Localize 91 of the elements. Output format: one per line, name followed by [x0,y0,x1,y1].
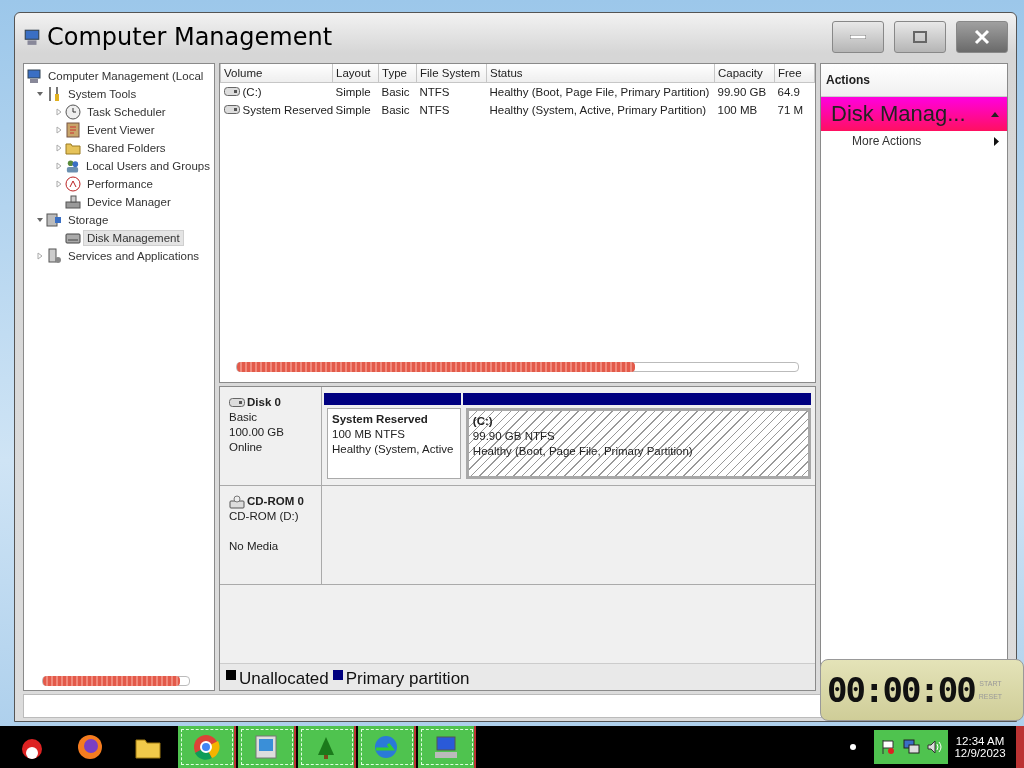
table-cell: Simple [335,104,371,116]
tree-item[interactable]: Local Users and Groups [82,158,214,174]
partition-name: (C:) [472,414,494,429]
minimize-icon [850,35,866,39]
storage-icon [46,212,62,228]
scrollbar-thumb[interactable] [237,362,636,372]
flag-icon[interactable] [880,739,896,755]
computer-icon [432,733,460,761]
tree-item[interactable]: System Tools [64,86,141,102]
disk-drive-icon [65,230,81,246]
table-cell: NTFS [419,86,450,98]
volume-icon[interactable] [926,739,942,755]
tree-item[interactable]: Disk Management [83,230,184,246]
partition-size: 99.90 GB NTFS [472,429,556,444]
tree-item[interactable]: Device Manager [83,194,175,210]
device-icon [65,194,81,210]
legend-label: Unallocated [239,670,329,688]
browser-icon [192,733,220,761]
scrollbar[interactable] [236,362,799,372]
column-header[interactable]: Free [774,64,815,83]
tree-item[interactable]: Task Scheduler [83,104,170,120]
legend-label: Primary partition [345,670,470,688]
tree-item[interactable]: Storage [64,212,113,228]
tools-icon [46,86,62,102]
disk-type: CD-ROM (D:) [229,509,300,524]
table-cell: (C:) [242,85,262,98]
maximize-icon [913,31,927,43]
disk-name: Disk 0 [229,395,321,410]
disk-drive-icon [229,398,245,407]
table-cell: 100 MB [717,104,758,116]
tree-item[interactable]: Computer Management (Local [44,68,208,84]
table-cell: NTFS [419,104,450,116]
dot-icon [850,744,856,750]
table-cell: System Reserved [242,103,333,116]
tree-item[interactable]: Services and Applications [64,248,204,264]
partition-name: System Reserved [332,412,429,427]
drive-icon [223,87,240,97]
disk-type: Basic [229,410,259,425]
gauge-icon [65,176,81,192]
partition-status: Healthy (System, Active [332,442,455,457]
column-header[interactable]: Status [486,64,715,83]
disk-size: 100.00 GB [229,425,285,440]
collapse-arrow-icon[interactable] [36,216,44,224]
log-icon [65,122,81,138]
services-icon [46,248,62,264]
table-cell: 71 M [777,104,804,116]
column-header[interactable]: Volume [220,64,333,83]
photo-viewer-icon [252,733,280,761]
partition-status: Healthy (Boot, Page File, Primary Partition) [472,444,694,459]
tree-item[interactable]: Shared Folders [83,140,170,156]
cd-drive-icon [229,494,245,509]
computer-icon [26,68,42,84]
table-cell: Healthy (Boot, Page File, Primary Partition) [489,86,710,98]
close-button[interactable] [956,21,1008,53]
partition-size: 100 MB NTFS [332,427,406,442]
tree-item[interactable]: Event Viewer [83,122,159,138]
column-header[interactable]: File System [416,64,487,83]
drive-icon [223,105,240,115]
column-header[interactable]: Layout [332,64,379,83]
network-icon[interactable] [902,739,920,755]
close-icon [974,29,990,45]
minimize-button[interactable] [832,21,884,53]
table-cell: 99.90 GB [717,86,767,98]
collapse-arrow-icon[interactable] [36,90,44,98]
window-title: Computer Management [47,23,334,51]
table-cell: Healthy (System, Active, Primary Partition) [489,104,707,116]
clock[interactable]: 12:34 AM 12/9/2023 [948,735,1012,759]
column-header[interactable]: Type [378,64,417,83]
submenu-arrow-icon [994,136,999,146]
timer-display: 00:00:00 [827,670,975,710]
computer-management-icon [23,28,41,46]
disk-name: CD-ROM 0 [229,494,321,509]
globe-icon [76,733,104,761]
maximize-button[interactable] [894,21,946,53]
action-item[interactable]: More Actions [821,131,1007,151]
disk-status: Online [229,440,264,455]
column-header[interactable]: Capacity [714,64,775,83]
table-cell: Basic [381,86,410,98]
table-cell: Basic [381,104,410,116]
partition[interactable]: System Reserved 100 MB NTFS Healthy (System, Active [327,408,461,479]
collapse-icon [991,111,999,117]
actions-section-header[interactable]: Disk Manag... [821,97,1007,131]
table-cell: Simple [335,86,371,98]
disk-status: No Media [229,539,280,554]
taskbar-app[interactable] [418,726,476,768]
clock-icon [65,104,81,120]
partition[interactable]: (C:) 99.90 GB NTFS Healthy (Boot, Page File, Primary Partition) [465,408,811,479]
table-cell: 64.9 [777,86,800,98]
folder-icon [65,140,81,156]
users-icon [65,158,80,174]
tree-item[interactable]: Performance [83,176,157,192]
